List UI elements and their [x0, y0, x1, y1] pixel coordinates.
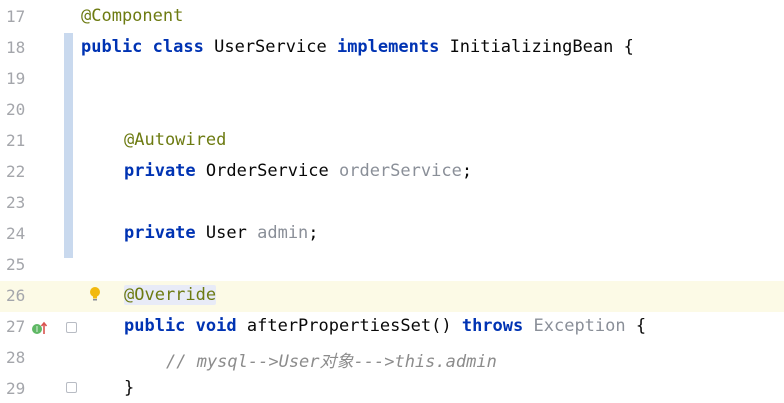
- line-number: 23: [6, 193, 26, 212]
- fold-icon[interactable]: [66, 322, 77, 333]
- line-number: 17: [6, 7, 26, 26]
- code-line[interactable]: 29 }: [0, 374, 784, 403]
- code-line[interactable]: 23: [0, 188, 784, 219]
- line-number: 29: [6, 379, 26, 398]
- line-number: 20: [6, 100, 26, 119]
- line-number: 22: [6, 162, 26, 181]
- code-line[interactable]: 18 public class UserService implements I…: [0, 33, 784, 64]
- code-editor[interactable]: 17 @Component 18 public class UserServic…: [0, 0, 784, 403]
- code-line[interactable]: 28 // mysql-->User对象--->this.admin: [0, 343, 784, 374]
- current-code-line[interactable]: 26 @Override: [0, 281, 784, 312]
- fold-icon[interactable]: [66, 382, 77, 393]
- code-line[interactable]: 25: [0, 250, 784, 281]
- line-number: 19: [6, 69, 26, 88]
- code-text: @Autowired: [124, 130, 227, 150]
- svg-text:I: I: [36, 325, 38, 334]
- code-line[interactable]: 19: [0, 64, 784, 95]
- lightbulb-icon[interactable]: [88, 285, 102, 305]
- code-text: // mysql-->User对象--->this.admin: [166, 352, 497, 372]
- line-number: 24: [6, 224, 26, 243]
- line-number: 26: [6, 286, 26, 305]
- line-number: 28: [6, 348, 26, 367]
- code-line[interactable]: 27 I public void afterPropertiesSet() th…: [0, 312, 784, 343]
- code-text: public void afterPropertiesSet() throws …: [124, 316, 647, 336]
- code-line[interactable]: 17 @Component: [0, 2, 784, 33]
- code-text: @Component: [81, 6, 184, 26]
- code-line[interactable]: 21 @Autowired: [0, 126, 784, 157]
- line-number: 25: [6, 255, 26, 274]
- code-text: private OrderService orderService;: [124, 161, 473, 181]
- code-text: public class UserService implements Init…: [81, 37, 634, 57]
- code-line[interactable]: 24 private User admin;: [0, 219, 784, 250]
- code-line[interactable]: 20: [0, 95, 784, 126]
- line-number: 21: [6, 131, 26, 150]
- line-number: 18: [6, 38, 26, 57]
- code-line[interactable]: 22 private OrderService orderService;: [0, 157, 784, 188]
- code-text: }: [124, 378, 135, 398]
- code-text: private User admin;: [124, 223, 319, 243]
- code-text: @Override: [124, 285, 217, 305]
- implements-method-icon[interactable]: I: [31, 320, 47, 336]
